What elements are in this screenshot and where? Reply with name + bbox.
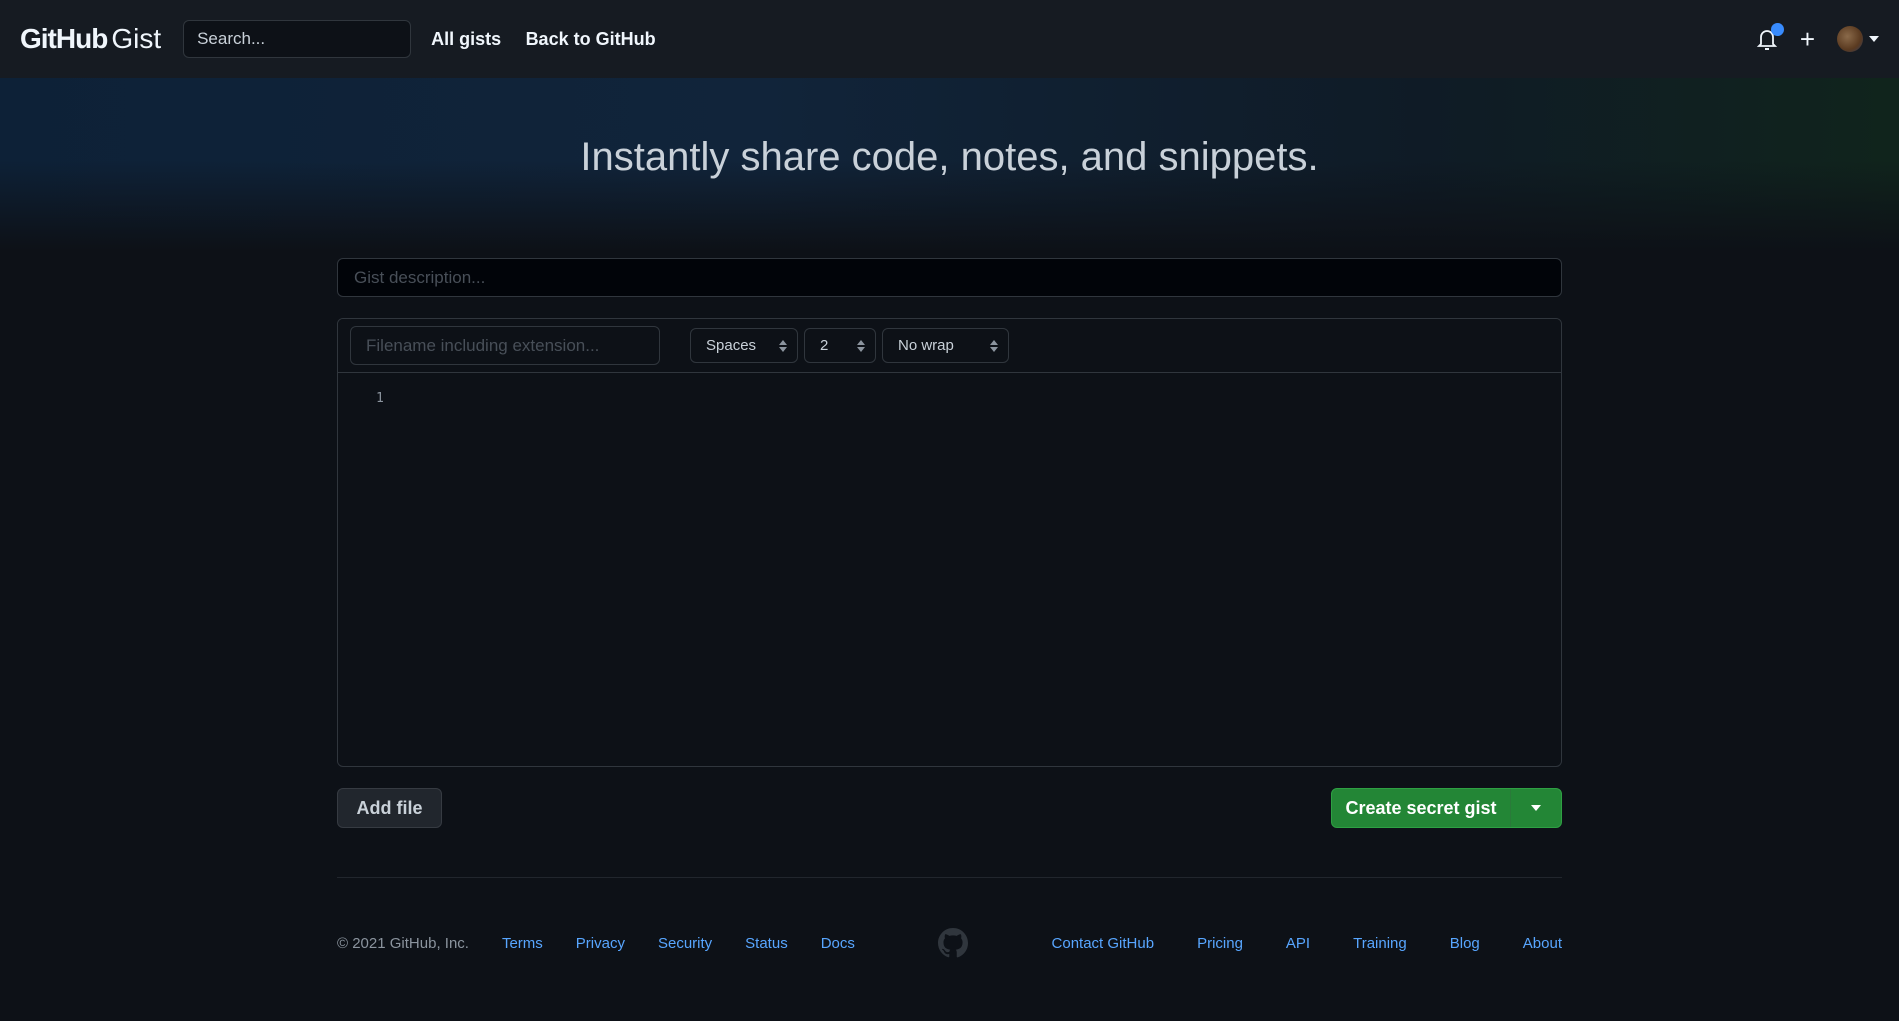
footer-link-security[interactable]: Security (658, 935, 712, 952)
select-arrows-icon (990, 339, 998, 352)
notification-indicator (1770, 23, 1784, 36)
footer-link-status[interactable]: Status (745, 935, 788, 952)
footer-link-docs[interactable]: Docs (821, 935, 855, 952)
code-area[interactable]: 1 (338, 373, 1561, 406)
footer-link-contact[interactable]: Contact GitHub (1052, 935, 1155, 952)
hero-title: Instantly share code, notes, and snippet… (580, 134, 1319, 179)
search-input[interactable] (183, 20, 412, 58)
footer: © 2021 GitHub, Inc. Terms Privacy Securi… (337, 928, 1562, 958)
create-options-dropdown[interactable] (1511, 789, 1561, 827)
gist-description-input[interactable] (337, 258, 1562, 297)
select-arrows-icon (779, 339, 787, 352)
gist-logo[interactable]: GitHub Gist (20, 23, 161, 55)
footer-link-blog[interactable]: Blog (1450, 935, 1480, 952)
github-octocat-icon[interactable] (938, 928, 969, 958)
line-number: 1 (376, 391, 384, 406)
indent-mode-select[interactable]: Spaces (690, 328, 798, 363)
file-editor: Spaces 2 No wrap 1 (337, 318, 1562, 767)
caret-down-icon[interactable] (1869, 36, 1879, 42)
nav-back-to-github[interactable]: Back to GitHub (526, 29, 656, 49)
editor-toolbar: Spaces 2 No wrap (338, 319, 1561, 373)
hero: Instantly share code, notes, and snippet… (0, 78, 1899, 250)
create-gist-button-group: Create secret gist (1331, 788, 1562, 828)
footer-link-pricing[interactable]: Pricing (1197, 935, 1243, 952)
notifications-button[interactable] (1756, 23, 1784, 51)
nav-all-gists[interactable]: All gists (431, 29, 501, 49)
indent-size-select[interactable]: 2 (804, 328, 876, 363)
plus-icon[interactable]: + (1800, 26, 1815, 52)
footer-link-privacy[interactable]: Privacy (576, 935, 625, 952)
wrap-mode-select[interactable]: No wrap (882, 328, 1009, 363)
add-file-button[interactable]: Add file (337, 788, 442, 828)
footer-link-about[interactable]: About (1523, 935, 1562, 952)
caret-down-icon (1531, 805, 1541, 811)
copyright: © 2021 GitHub, Inc. (337, 934, 469, 952)
create-secret-gist-button[interactable]: Create secret gist (1332, 789, 1511, 827)
footer-link-training[interactable]: Training (1353, 935, 1407, 952)
footer-link-api[interactable]: API (1286, 935, 1310, 952)
top-header: GitHubGist All gists Back to GitHub + (0, 0, 1899, 78)
avatar[interactable] (1837, 26, 1863, 52)
select-arrows-icon (857, 339, 865, 352)
filename-input[interactable] (350, 326, 660, 365)
footer-divider (337, 877, 1562, 878)
header-nav: All gists Back to GitHub (411, 29, 655, 50)
footer-link-terms[interactable]: Terms (502, 935, 543, 952)
